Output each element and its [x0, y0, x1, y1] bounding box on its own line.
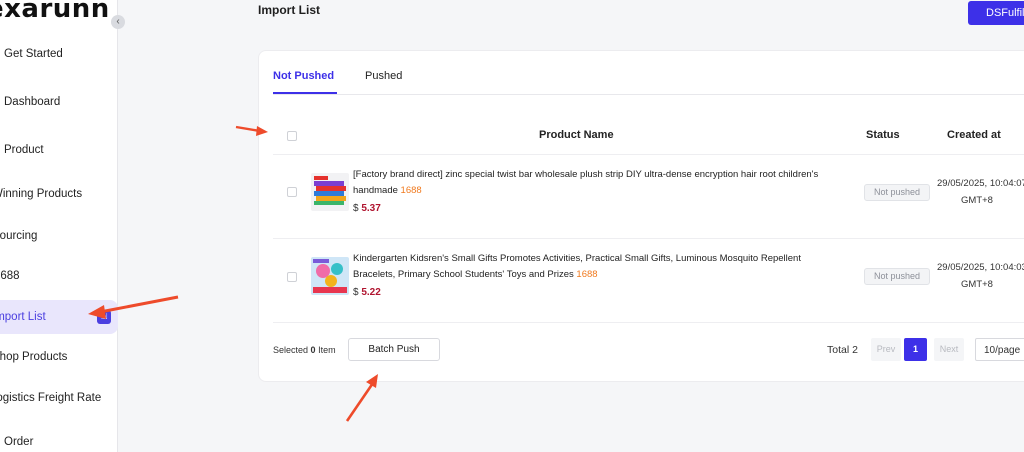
selected-prefix: Selected: [273, 345, 309, 355]
created-timezone: GMT+8: [961, 279, 993, 290]
dsfulfil-button[interactable]: DSFulfil: [968, 1, 1024, 25]
sidebar-item-label: Dashboard: [4, 96, 61, 108]
page-size-select[interactable]: 10/page: [975, 338, 1024, 361]
brand-logo: exarunn: [0, 0, 110, 24]
product-source-link[interactable]: 1688: [576, 269, 597, 280]
product-name-text: [Factory brand direct] zinc special twis…: [353, 169, 819, 196]
import-list-card: Not Pushed Pushed Product Name Status Cr…: [258, 50, 1024, 382]
product-price: $ 5.37: [353, 203, 381, 214]
sidebar-item-product[interactable]: Product: [0, 140, 118, 160]
sidebar-item-label: 1688: [0, 270, 20, 282]
sidebar-item-logistics-freight-rate[interactable]: Logistics Freight Rate: [0, 388, 118, 408]
sidebar-item-label: Winning Products: [0, 188, 83, 200]
batch-push-button[interactable]: Batch Push: [348, 338, 440, 361]
total-count: Total 2: [827, 344, 858, 356]
import-list-icon: ⇲: [97, 310, 111, 324]
status-badge: Not pushed: [864, 184, 930, 201]
sidebar-item-label: Sourcing: [0, 230, 38, 242]
column-header-created-at: Created at: [947, 129, 1001, 141]
sidebar-item-get-started[interactable]: Get Started: [0, 44, 118, 64]
sidebar-item-order[interactable]: Order: [0, 432, 118, 452]
sidebar-item-label: Shop Products: [0, 351, 68, 363]
sidebar-collapse-button[interactable]: ‹: [111, 15, 125, 29]
product-name[interactable]: Kindergarten Kidsren's Small Gifts Promo…: [353, 251, 843, 283]
active-tab-indicator: [273, 92, 337, 94]
sidebar-item-import-list[interactable]: Import List ⇲: [0, 300, 118, 334]
tab-bar: Not Pushed Pushed: [273, 51, 1024, 95]
page-title: Import List: [258, 3, 320, 17]
tab-not-pushed[interactable]: Not Pushed: [273, 70, 334, 82]
sidebar-item-1688[interactable]: 1688: [0, 266, 118, 286]
price-value: 5.22: [361, 287, 381, 298]
price-currency: $: [353, 287, 359, 298]
sidebar-item-sourcing[interactable]: Sourcing: [0, 226, 118, 246]
page-1-button[interactable]: 1: [904, 338, 927, 361]
column-header-product-name: Product Name: [539, 129, 614, 141]
sidebar-item-winning-products[interactable]: Winning Products: [0, 184, 118, 204]
sidebar-item-label: Import List: [0, 311, 46, 323]
sidebar-item-label: Logistics Freight Rate: [0, 392, 102, 404]
table-header: Product Name Status Created at: [273, 117, 1024, 155]
created-date: 29/05/2025, 10:04:07: [937, 178, 1024, 189]
sidebar-item-dashboard[interactable]: Dashboard: [0, 92, 118, 112]
next-page-button[interactable]: Next: [934, 338, 964, 361]
sidebar-item-label: Order: [4, 436, 34, 448]
price-currency: $: [353, 203, 359, 214]
product-name[interactable]: [Factory brand direct] zinc special twis…: [353, 167, 843, 199]
sidebar-item-label: Get Started: [4, 48, 63, 60]
sidebar: exarunn Get Started Dashboard Product Wi…: [0, 0, 118, 452]
created-date: 29/05/2025, 10:04:03: [937, 262, 1024, 273]
sidebar-item-shop-products[interactable]: Shop Products: [0, 347, 118, 367]
prev-page-button[interactable]: Prev: [871, 338, 901, 361]
created-at: 29/05/2025, 10:04:07 GMT+8: [937, 175, 1024, 209]
product-price: $ 5.22: [353, 287, 381, 298]
product-source-link[interactable]: 1688: [401, 185, 422, 196]
created-at: 29/05/2025, 10:04:03 GMT+8: [937, 259, 1024, 293]
status-badge: Not pushed: [864, 268, 930, 285]
select-all-checkbox[interactable]: [287, 131, 297, 141]
selected-number: 0: [310, 345, 316, 355]
table-row: [Factory brand direct] zinc special twis…: [273, 155, 1024, 239]
created-timezone: GMT+8: [961, 195, 993, 206]
product-thumbnail[interactable]: [311, 173, 349, 211]
table-row: Kindergarten Kidsren's Small Gifts Promo…: [273, 239, 1024, 323]
price-value: 5.37: [361, 203, 381, 214]
product-thumbnail[interactable]: [311, 257, 349, 295]
selected-count: Selected 0 Item: [273, 345, 336, 355]
row-checkbox[interactable]: [287, 272, 297, 282]
column-header-status: Status: [866, 129, 900, 141]
selected-suffix: Item: [318, 345, 336, 355]
sidebar-item-label: Product: [4, 144, 44, 156]
tab-pushed[interactable]: Pushed: [365, 70, 402, 82]
row-checkbox[interactable]: [287, 187, 297, 197]
